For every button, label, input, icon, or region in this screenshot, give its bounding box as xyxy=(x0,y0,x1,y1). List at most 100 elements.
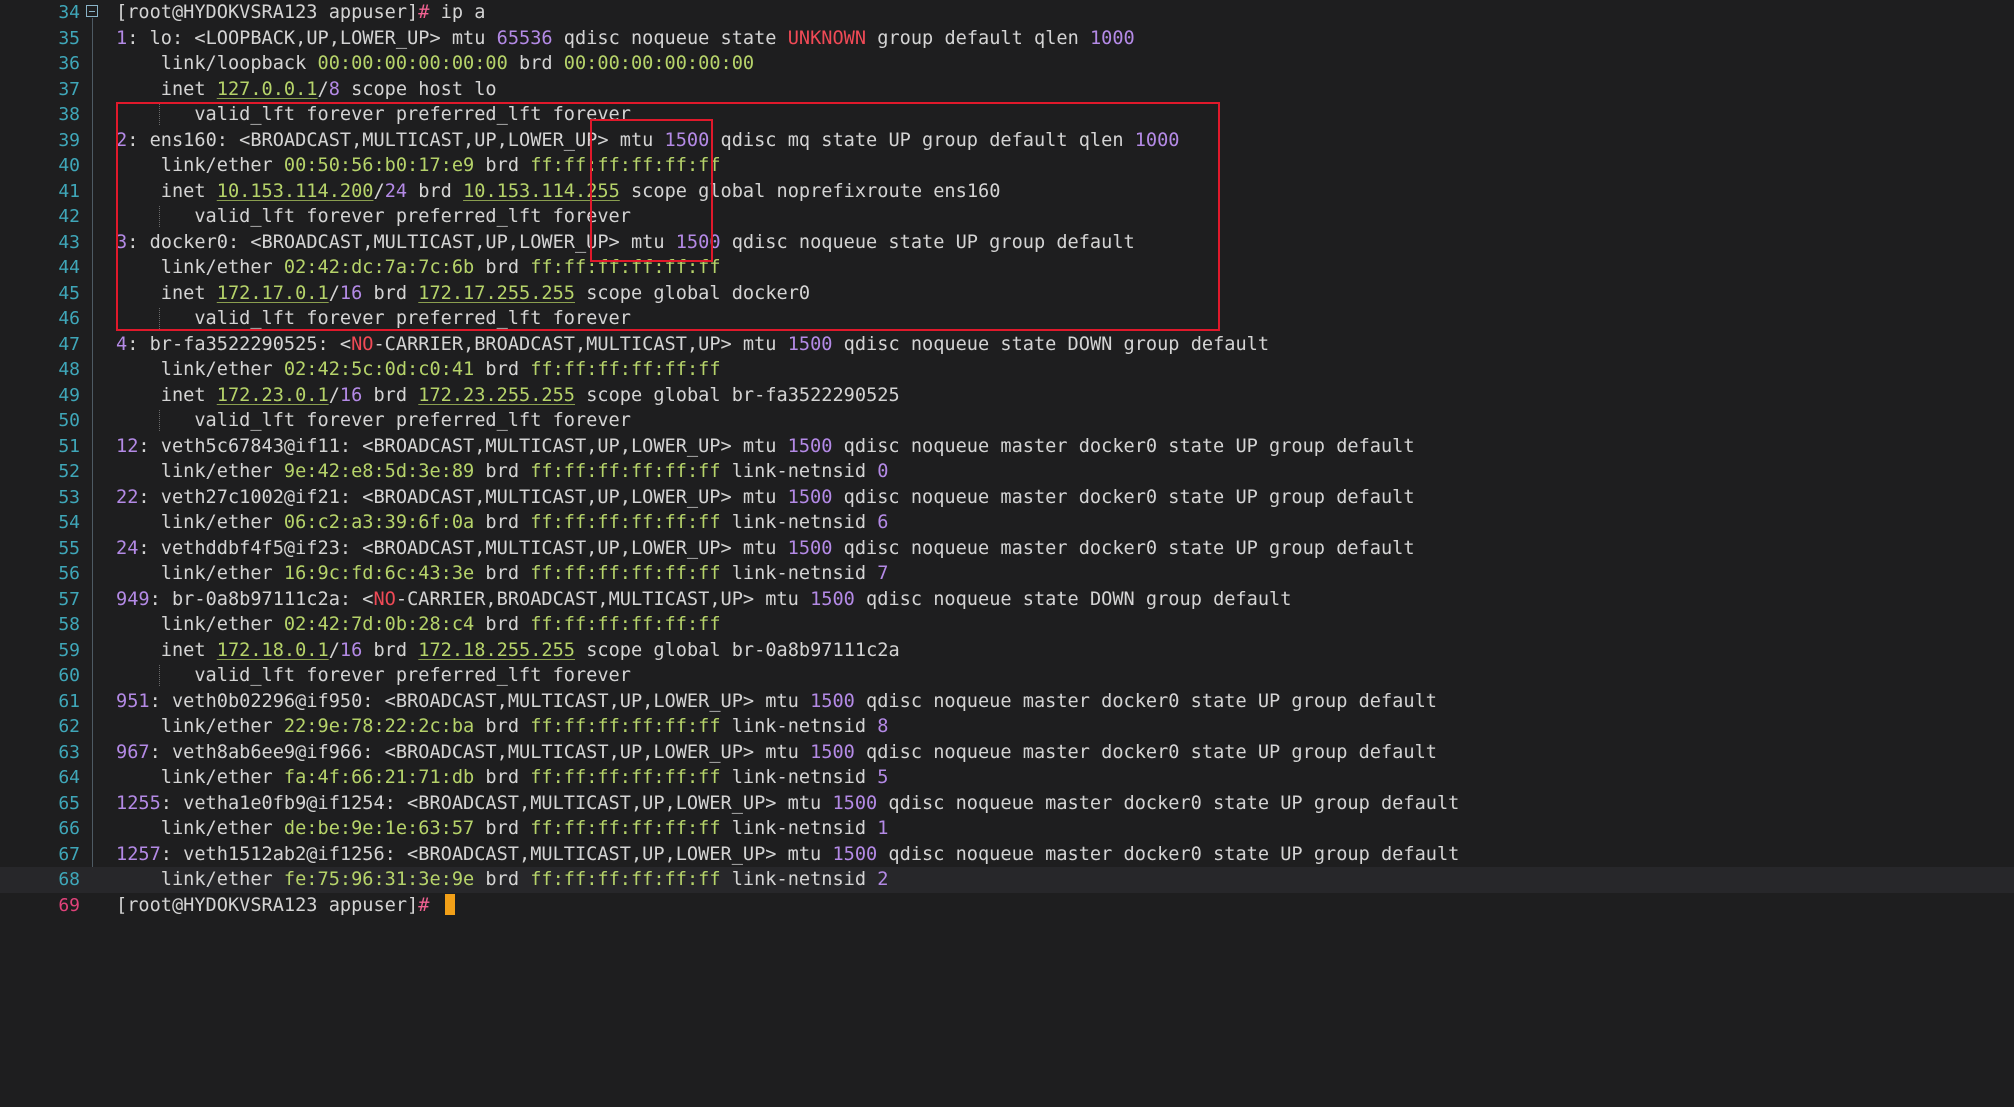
token-plain: : veth1512ab2@if1256: <BROADCAST,MULTICA… xyxy=(160,843,833,865)
token-num: 16 xyxy=(339,384,363,406)
token-plain: brd xyxy=(474,155,531,176)
token-plain: link-netnsid xyxy=(720,869,878,890)
token-plain: qdisc noqueue master docker0 state UP gr… xyxy=(854,741,1437,763)
token-num: 8 xyxy=(328,78,340,100)
code-line: 52 link/ether 9e:42:e8:5d:3e:89 brd ff:f… xyxy=(0,459,2014,485)
token-plain: qdisc noqueue state xyxy=(552,27,788,49)
token-ip: 172.17.0.1 xyxy=(216,282,329,304)
code-line: 37 inet 127.0.0.1/8 scope host lo xyxy=(0,77,2014,103)
code-line: 50 valid_lft forever preferred_lft forev… xyxy=(0,408,2014,434)
token-plain: inet xyxy=(116,384,217,406)
code-line: 69 [root@HYDOKVSRA123 appuser]# xyxy=(0,893,2014,919)
token-mac: fa:4f:66:21:71:db xyxy=(283,767,475,788)
token-plain: / xyxy=(317,78,329,100)
line-content: 4: br-fa3522290525: <NO-CARRIER,BROADCAS… xyxy=(116,332,1269,358)
line-content: link/ether 16:9c:fd:6c:43:3e brd ff:ff:f… xyxy=(116,561,889,587)
token-plain: brd xyxy=(474,869,531,890)
line-number: 52 xyxy=(58,461,80,482)
line-number: 54 xyxy=(58,512,80,533)
token-plain: group default qlen xyxy=(866,27,1090,49)
line-number: 48 xyxy=(58,359,80,380)
line-content: link/ether fe:75:96:31:3e:9e brd ff:ff:f… xyxy=(116,867,889,893)
token-num: 1 xyxy=(116,27,128,49)
token-num: 3 xyxy=(116,231,128,253)
token-plain: qdisc noqueue state DOWN group default xyxy=(854,588,1292,610)
token-plain: -CARRIER,BROADCAST,MULTICAST,UP> mtu xyxy=(373,333,788,355)
token-plain: qdisc noqueue master docker0 state UP gr… xyxy=(877,792,1460,814)
token-num: 1000 xyxy=(1089,27,1135,49)
token-ip: 172.23.255.255 xyxy=(418,384,576,406)
line-number: 47 xyxy=(58,333,80,355)
indent-guide xyxy=(159,104,161,125)
terminal-log-editor[interactable]: 34 [root@HYDOKVSRA123 appuser]# ip a 35 1: … xyxy=(0,0,2014,1107)
line-number: 64 xyxy=(58,767,80,788)
token-ip: 10.153.114.200 xyxy=(216,180,374,202)
line-number: 56 xyxy=(58,563,80,584)
code-line: 58 link/ether 02:42:7d:0b:28:c4 brd ff:f… xyxy=(0,612,2014,638)
code-line: 54 link/ether 06:c2:a3:39:6f:0a brd ff:f… xyxy=(0,510,2014,536)
token-ip: 127.0.0.1 xyxy=(216,78,318,100)
line-content: 967: veth8ab6ee9@if966: <BROADCAST,MULTI… xyxy=(116,740,1437,766)
token-plain: link/ether xyxy=(116,614,284,635)
line-content: link/ether fa:4f:66:21:71:db brd ff:ff:f… xyxy=(116,765,889,791)
token-plain: / xyxy=(328,282,340,304)
line-number: 38 xyxy=(58,104,80,125)
code-line: 60 valid_lft forever preferred_lft forev… xyxy=(0,663,2014,689)
code-line: 39 2: ens160: <BROADCAST,MULTICAST,UP,LOW… xyxy=(0,128,2014,154)
token-num: 1500 xyxy=(832,792,878,814)
token-num: 1500 xyxy=(664,129,710,151)
token-mac: ff:ff:ff:ff:ff:ff xyxy=(530,359,721,380)
line-content: inet 172.23.0.1/16 brd 172.23.255.255 sc… xyxy=(116,383,900,409)
code-line: 56 link/ether 16:9c:fd:6c:43:3e brd ff:f… xyxy=(0,561,2014,587)
token-plain: link/ether xyxy=(116,767,284,788)
line-content: valid_lft forever preferred_lft forever xyxy=(116,663,631,689)
token-mac: ff:ff:ff:ff:ff:ff xyxy=(530,716,721,737)
token-ip: 172.18.0.1 xyxy=(216,639,329,661)
token-plain: brd xyxy=(474,257,531,278)
token-mac: ff:ff:ff:ff:ff:ff xyxy=(530,614,721,635)
token-num: 1500 xyxy=(787,333,833,355)
token-red: UNKNOWN xyxy=(787,27,867,49)
token-plain: / xyxy=(328,384,340,406)
token-plain: link/ether xyxy=(116,869,284,890)
token-mac: 00:00:00:00:00:00 xyxy=(563,53,755,74)
token-plain: link/ether xyxy=(116,461,284,482)
token-num: 5 xyxy=(877,767,889,788)
line-number: 57 xyxy=(58,588,80,610)
line-content: link/ether 06:c2:a3:39:6f:0a brd ff:ff:f… xyxy=(116,510,889,536)
token-plain: link/ether xyxy=(116,257,284,278)
code-line: 59 inet 172.18.0.1/16 brd 172.18.255.255… xyxy=(0,638,2014,664)
token-plain: link-netnsid xyxy=(720,461,878,482)
token-plain: : lo: <LOOPBACK,UP,LOWER_UP> mtu xyxy=(127,27,497,49)
token-plain: link/ether xyxy=(116,716,284,737)
token-plain: link/ether xyxy=(116,563,284,584)
line-content: link/ether 02:42:5c:0d:c0:41 brd ff:ff:f… xyxy=(116,357,721,383)
line-content: valid_lft forever preferred_lft forever xyxy=(116,306,631,332)
token-plain: valid_lft forever preferred_lft forever xyxy=(116,308,631,329)
token-mac: ff:ff:ff:ff:ff:ff xyxy=(530,257,721,278)
indent-guide xyxy=(159,410,161,431)
token-mac: ff:ff:ff:ff:ff:ff xyxy=(530,155,721,176)
code-line: 42 valid_lft forever preferred_lft forev… xyxy=(0,204,2014,230)
token-ip: 172.18.255.255 xyxy=(418,639,576,661)
line-content: link/loopback 00:00:00:00:00:00 brd 00:0… xyxy=(116,51,754,77)
token-plain: qdisc noqueue master docker0 state UP gr… xyxy=(877,843,1460,865)
token-plain: qdisc noqueue state DOWN group default xyxy=(832,333,1270,355)
token-mac: 02:42:dc:7a:7c:6b xyxy=(283,257,475,278)
token-plain: brd xyxy=(474,818,531,839)
token-plain: / xyxy=(373,180,385,202)
token-mac: fe:75:96:31:3e:9e xyxy=(283,869,475,890)
token-plain: scope global noprefixroute ens160 xyxy=(619,180,1001,202)
token-plain: : veth27c1002@if21: <BROADCAST,MULTICAST… xyxy=(138,486,788,508)
token-plain: link-netnsid xyxy=(720,563,878,584)
line-content: inet 127.0.0.1/8 scope host lo xyxy=(116,77,497,103)
token-red: NO xyxy=(351,333,374,355)
token-ip: 10.153.114.255 xyxy=(463,180,620,202)
token-plain: valid_lft forever preferred_lft forever xyxy=(116,410,631,431)
line-number: 39 xyxy=(58,129,80,151)
line-number: 41 xyxy=(58,180,80,202)
token-plain: brd xyxy=(474,461,531,482)
line-number: 45 xyxy=(58,282,80,304)
token-num: 1257 xyxy=(116,843,161,865)
line-number: 50 xyxy=(58,410,80,431)
